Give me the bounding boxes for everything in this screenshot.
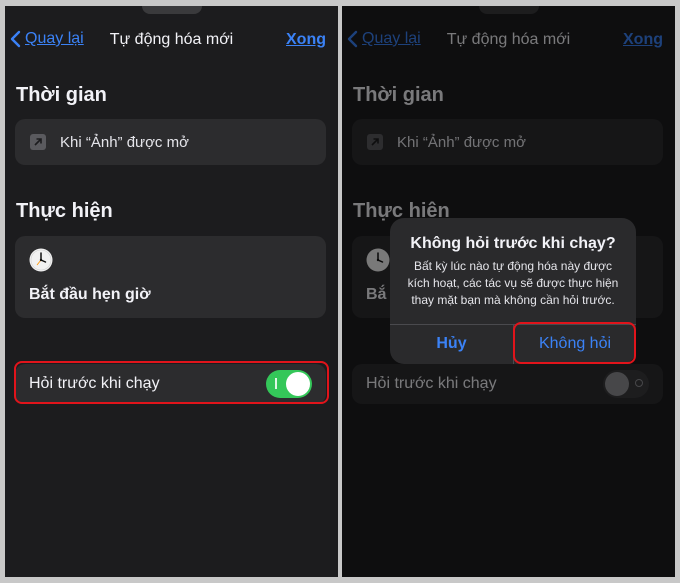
trigger-section-title: Thời gian <box>16 84 107 106</box>
action-section-title: Thực hiện <box>16 200 113 222</box>
right-screen: Quay lại Tự động hóa mới Xong Thời gian … <box>342 6 675 577</box>
action-card[interactable]: Bắt đầu hẹn giờ <box>15 236 326 318</box>
highlight-box <box>14 361 329 404</box>
dialog-title: Không hỏi trước khi chạy? <box>410 235 616 252</box>
trigger-card[interactable]: Khi “Ảnh” được mở <box>15 119 326 165</box>
arrow-out-icon <box>30 134 46 150</box>
clock-icon <box>29 248 53 272</box>
cancel-button[interactable]: Hủy <box>390 324 513 364</box>
dialog-message: Bất kỳ lúc nào tự động hóa này được kích… <box>407 259 619 307</box>
nav-bar: Quay lại Tự động hóa mới Xong <box>5 26 338 54</box>
action-text: Bắt đầu hẹn giờ <box>29 286 151 303</box>
status-bar-fragment <box>141 6 202 14</box>
left-screen: Quay lại Tự động hóa mới Xong Thời gian … <box>5 6 338 577</box>
done-button[interactable]: Xong <box>286 31 326 49</box>
trigger-text: Khi “Ảnh” được mở <box>60 133 189 151</box>
highlight-box <box>513 322 636 364</box>
